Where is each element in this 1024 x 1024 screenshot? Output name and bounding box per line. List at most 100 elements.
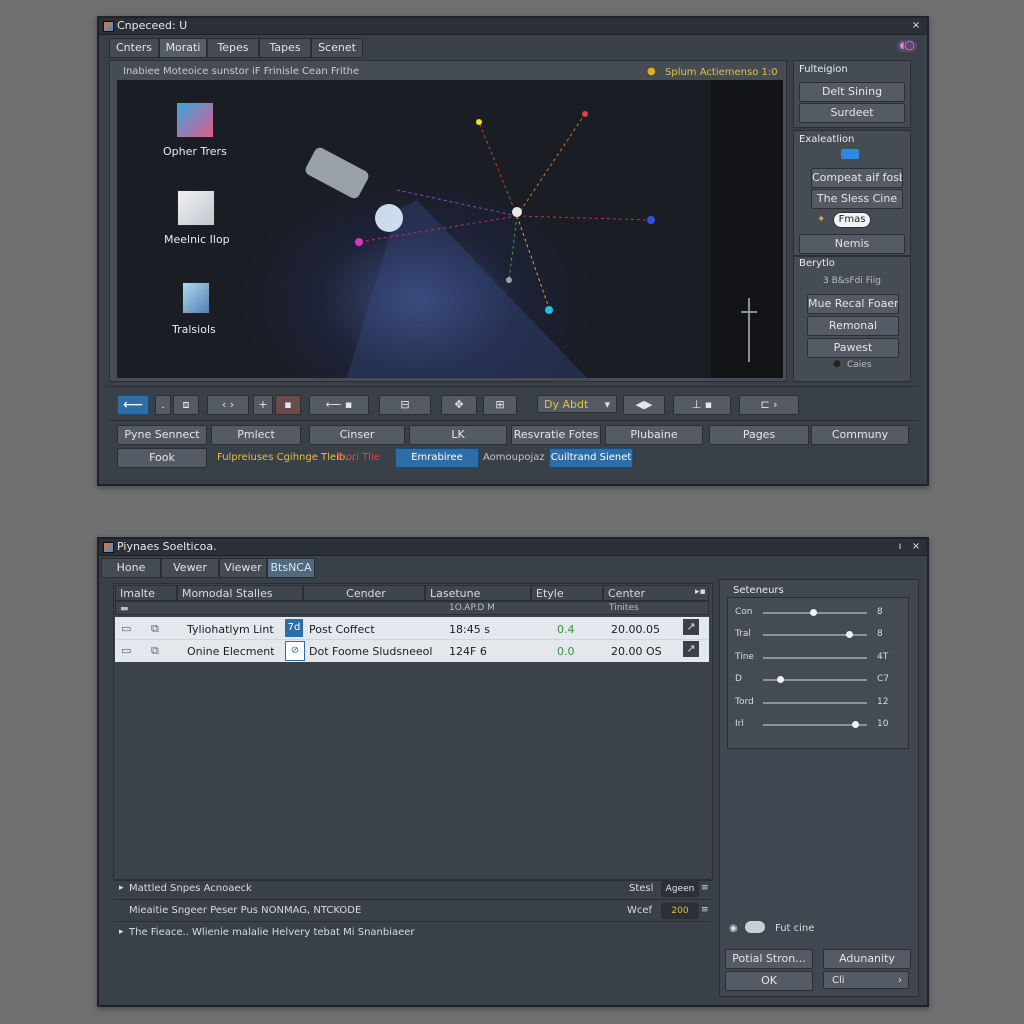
resvratie-fotes-button[interactable]: Resvratie Fotes bbox=[511, 425, 601, 445]
pan-icon-button[interactable]: ✥ bbox=[441, 395, 477, 415]
record-icon-button[interactable]: ⧈ bbox=[173, 395, 199, 415]
red-status-text: Frori Tlie bbox=[337, 452, 380, 463]
window-title-2: Piynaes Soelticoa. bbox=[117, 540, 217, 553]
grid-icon-button[interactable]: ⊟ bbox=[379, 395, 431, 415]
slider-knob[interactable] bbox=[809, 609, 817, 616]
adunanity-button[interactable]: Adunanity bbox=[823, 949, 911, 969]
cuiltrand-sienet-button[interactable]: Cuiltrand Sienet bbox=[549, 448, 633, 468]
footer-line-1-label: Stesl bbox=[629, 883, 654, 894]
prev-next-buttons[interactable]: ‹ › bbox=[207, 395, 249, 415]
tab-btsnca[interactable]: BtsNCA bbox=[267, 558, 315, 578]
plubaine-button[interactable]: Plubaine bbox=[605, 425, 703, 445]
pin-button[interactable]: ⊥ ▪ bbox=[673, 395, 731, 415]
play-button[interactable]: ◀▶ bbox=[623, 395, 665, 415]
tab-vewer[interactable]: Vewer bbox=[161, 558, 219, 578]
arrow-left-button[interactable]: ⟵ ▪ bbox=[309, 395, 369, 415]
right-section-3-header: 3 B&sFdi Fiig bbox=[823, 276, 881, 286]
tralsiols-icon[interactable] bbox=[182, 282, 210, 314]
communy-button[interactable]: Communy bbox=[811, 425, 909, 445]
row-effect: Post Coffect bbox=[309, 623, 375, 636]
grey-status-text: Aomoupojaz bbox=[483, 452, 545, 463]
row-value: 0.0 bbox=[557, 645, 575, 658]
footer-separator-3 bbox=[113, 921, 711, 922]
pages-button[interactable]: Pages bbox=[709, 425, 809, 445]
footer-line-1: Mattled Snpes Acnoaeck bbox=[129, 883, 252, 894]
frame-icon-button[interactable]: ⊞ bbox=[483, 395, 517, 415]
viewport-caption: Inabiee Moteoice sunstor iF Frinisle Cea… bbox=[123, 66, 360, 77]
transform-button[interactable]: ⊏ › bbox=[739, 395, 799, 415]
col-header-cender[interactable]: Cender bbox=[303, 585, 425, 601]
tab-tepes[interactable]: Tepes bbox=[207, 38, 259, 58]
mue-recal-button[interactable]: Mue Recal Foaer bbox=[807, 294, 899, 314]
tab-tapes[interactable]: Tapes bbox=[259, 38, 311, 58]
col-header-center[interactable]: Center bbox=[603, 585, 709, 601]
header-menu-icon[interactable]: ▸▪ bbox=[695, 587, 706, 597]
add-button[interactable]: + bbox=[253, 395, 273, 415]
toolbar-top-separator bbox=[107, 386, 919, 387]
ageen-field[interactable]: Ageen bbox=[661, 881, 699, 897]
subheader-time: 1O.AP.D M bbox=[449, 603, 495, 613]
hide-icon[interactable]: ◉ bbox=[729, 923, 738, 934]
tab-cnters[interactable]: Cnters bbox=[109, 38, 159, 58]
minimize-icon[interactable]: ı bbox=[893, 540, 907, 553]
slider-track[interactable] bbox=[763, 701, 867, 704]
media-icon-button[interactable]: ▪ bbox=[275, 395, 301, 415]
surdeet-button[interactable]: Surdeet bbox=[799, 103, 905, 123]
opher-trers-icon[interactable] bbox=[176, 102, 214, 138]
caies-label: Caies bbox=[847, 360, 872, 370]
compeat-button[interactable]: Compeat aif fosb bbox=[811, 168, 903, 188]
curve-icon[interactable]: ↗ bbox=[683, 619, 699, 635]
pyne-sennect-button[interactable]: Pyne Sennect bbox=[117, 425, 207, 445]
pmlect-button[interactable]: Pmlect bbox=[211, 425, 301, 445]
window-menu-icon[interactable]: ◖◯ bbox=[897, 40, 917, 52]
ok-button[interactable]: OK bbox=[725, 971, 813, 991]
delt-sining-button[interactable]: Delt Sining bbox=[799, 82, 905, 102]
sless-cine-button[interactable]: The Sless Cine bbox=[811, 189, 903, 209]
col-header-momodal[interactable]: Momodal Stalles bbox=[177, 585, 303, 601]
cinser-button[interactable]: Cinser bbox=[309, 425, 405, 445]
app-icon-2 bbox=[103, 542, 114, 553]
back-arrow-button[interactable]: ⟵ bbox=[117, 395, 149, 415]
yellow-status-text: Fulpreiuses Cgihnge Tleib... bbox=[217, 452, 355, 463]
fook-button[interactable]: Fook bbox=[117, 448, 207, 468]
curve-icon[interactable]: ↗ bbox=[683, 641, 699, 657]
row-center: 20.00.05 bbox=[611, 623, 660, 636]
fmas-pill-button[interactable]: Fmas bbox=[833, 212, 871, 228]
close-icon[interactable]: × bbox=[909, 19, 923, 32]
slider-value: 10 bbox=[877, 719, 889, 729]
slider-label: Con bbox=[735, 607, 753, 617]
main-window: Cnpeceed: U × Cnters Morati Tepes Tapes … bbox=[97, 16, 929, 486]
value-field[interactable]: 200 bbox=[661, 903, 699, 919]
tab-scenet[interactable]: Scenet bbox=[311, 38, 363, 58]
slider-knob[interactable] bbox=[776, 676, 784, 684]
tab-hone[interactable]: Hone bbox=[101, 558, 161, 578]
mode-dropdown[interactable]: Dy Abdt ▾ bbox=[537, 395, 617, 413]
col-header-etyle[interactable]: Etyle bbox=[531, 585, 603, 601]
3d-viewport[interactable] bbox=[117, 80, 783, 378]
slider-track[interactable] bbox=[763, 656, 867, 659]
nemis-button[interactable]: Nemis bbox=[799, 234, 905, 254]
small-dot-button[interactable]: . bbox=[155, 395, 171, 415]
slider-label: Tral bbox=[735, 629, 751, 640]
remonal-button[interactable]: Remonal bbox=[807, 316, 899, 336]
title-bar: Cnpeceed: U × bbox=[99, 18, 927, 35]
potial-stron-button[interactable]: Potial Stron... bbox=[725, 949, 813, 969]
emrabiree-button[interactable]: Emrabiree bbox=[395, 448, 479, 468]
scene-svg bbox=[305, 80, 783, 378]
lk-button[interactable]: LK bbox=[409, 425, 507, 445]
row-name: Tyliohatlym Lint bbox=[187, 623, 274, 636]
tab-viewer[interactable]: Viewer bbox=[219, 558, 267, 578]
slider-knob[interactable] bbox=[851, 721, 859, 728]
col-header-imalte[interactable]: Imalte bbox=[115, 585, 177, 601]
footer-caret-icon[interactable]: ▸ bbox=[119, 883, 124, 893]
slider-value: C7 bbox=[877, 674, 890, 685]
caies-radio-icon[interactable]: ● bbox=[833, 359, 841, 369]
meelnic-ilop-icon[interactable] bbox=[177, 190, 215, 226]
close-icon-2[interactable]: × bbox=[909, 540, 923, 553]
cli-dropdown[interactable]: Cli › bbox=[823, 971, 909, 989]
tab-morati[interactable]: Morati bbox=[159, 38, 207, 58]
col-header-lasetune[interactable]: Lasetune bbox=[425, 585, 531, 601]
toggle-switch[interactable] bbox=[745, 921, 765, 933]
footer-caret-icon-2[interactable]: ▸ bbox=[119, 927, 124, 937]
pawest-button[interactable]: Pawest bbox=[807, 338, 899, 358]
